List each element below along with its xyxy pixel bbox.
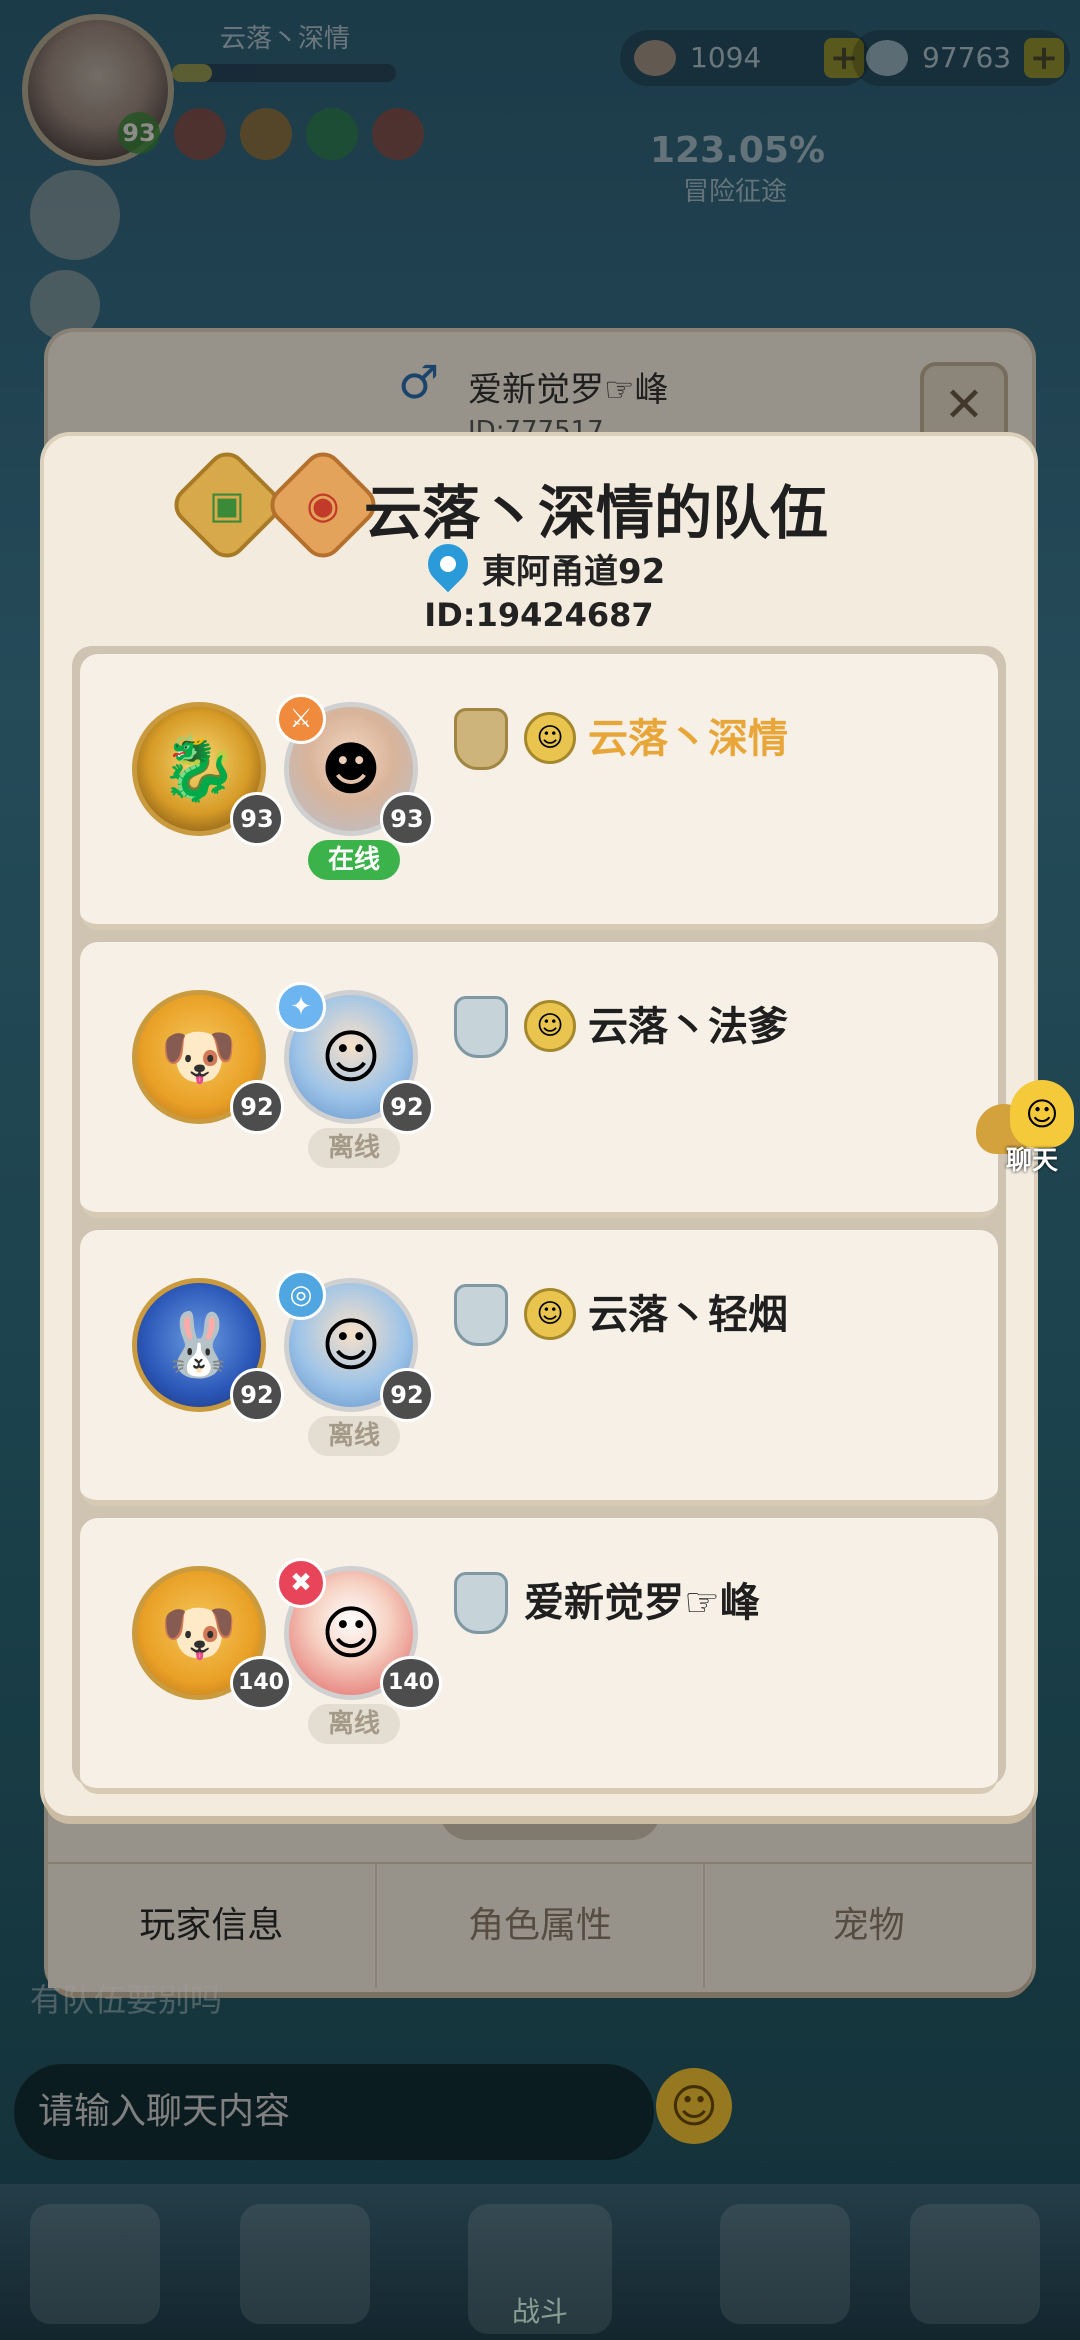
silver-shield-icon	[454, 1284, 508, 1346]
member-name: 云落丶轻烟	[588, 1292, 788, 1338]
member-card[interactable]: 🐶 92 ☺ ✦ 92 离线 ☺ 云落丶法爹	[80, 942, 998, 1218]
member-card[interactable]: 🐉 93 ☻ ⚔ 93 在线 ☺ 云落丶深情	[80, 654, 998, 930]
team-title: 云落丶深情的队伍	[364, 479, 829, 547]
chat-label[interactable]: 聊天	[990, 1140, 1074, 1177]
chat-bubble-icon: ☺	[1010, 1080, 1074, 1148]
character-level: 93	[380, 792, 434, 846]
member-card[interactable]: 🐰 92 ☺ ◎ 92 离线 ☺ 云落丶轻烟	[80, 1230, 998, 1506]
member-list: 🐉 93 ☻ ⚔ 93 在线 ☺ 云落丶深情 🐶 92 ☺ ✦ 92 离线 ☺ …	[72, 646, 1006, 1794]
sword-icon: ⚔	[276, 694, 326, 744]
team-location: 東阿甬道92	[482, 552, 666, 592]
character-level: 92	[380, 1368, 434, 1422]
team-id: ID:19424687	[424, 596, 654, 634]
status-badge: 离线	[308, 1704, 400, 1744]
silver-shield-icon	[454, 1572, 508, 1634]
gold-shield-icon	[454, 708, 508, 770]
member-name: 云落丶法爹	[588, 1004, 788, 1050]
pet-level: 140	[230, 1656, 292, 1710]
magic-icon: ✦	[276, 982, 326, 1032]
member-name: 爱新觉罗☞峰	[524, 1580, 760, 1626]
silver-shield-icon	[454, 996, 508, 1058]
swirl-icon: ◎	[276, 1270, 326, 1320]
pet-level: 92	[230, 1080, 284, 1134]
member-name: 云落丶深情	[588, 716, 788, 762]
status-badge: 离线	[308, 1128, 400, 1168]
pet-level: 92	[230, 1368, 284, 1422]
character-level: 92	[380, 1080, 434, 1134]
member-card[interactable]: 🐶 140 ☺ ✖ 140 离线 爱新觉罗☞峰	[80, 1518, 998, 1794]
pet-face-icon: ☺	[524, 1288, 576, 1340]
status-badge: 离线	[308, 1416, 400, 1456]
status-badge: 在线	[308, 840, 400, 880]
character-level: 140	[380, 1656, 442, 1710]
cross-icon: ✖	[276, 1558, 326, 1608]
team-dialog: ▣ ◉ 云落丶深情的队伍 東阿甬道92 ID:19424687 🐉 93 ☻ ⚔…	[44, 436, 1034, 1816]
pet-level: 93	[230, 792, 284, 846]
pet-face-icon: ☺	[524, 712, 576, 764]
pet-face-icon: ☺	[524, 1000, 576, 1052]
